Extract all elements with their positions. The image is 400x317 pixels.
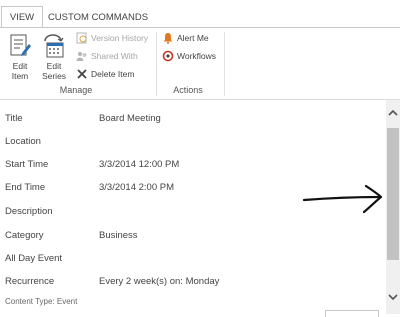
field-label: Location <box>5 136 41 147</box>
field-label: All Day Event <box>5 253 63 264</box>
field-value: Board Meeting <box>99 113 161 124</box>
field-value: Business <box>99 230 138 241</box>
field-label: Category <box>5 230 44 241</box>
field-label: End Time <box>5 182 46 193</box>
field-label: Recurrence <box>5 276 55 287</box>
manage-group-label: Manage <box>59 85 93 95</box>
arrow-annotation-icon <box>302 184 383 214</box>
scroll-up-arrow-icon[interactable] <box>386 106 400 120</box>
edit-series-label-1: Edit <box>46 61 62 71</box>
alert-me-label: Alert Me <box>177 33 209 43</box>
vertical-scrollbar[interactable] <box>386 100 400 314</box>
content-type-text: Content Type: Event <box>5 297 78 306</box>
delete-x-icon <box>77 69 87 79</box>
workflows-label: Workflows <box>177 51 217 61</box>
edit-series-label-2: Series <box>41 71 67 81</box>
version-history-label: Version History <box>91 33 149 43</box>
group-separator <box>156 32 157 96</box>
actions-group-label: Actions <box>173 85 203 95</box>
bell-icon <box>163 33 173 44</box>
delete-item-label: Delete Item <box>91 69 135 79</box>
group-separator-end <box>224 32 225 96</box>
scroll-down-arrow-icon[interactable] <box>386 290 400 304</box>
field-value: Every 2 week(s) on: Monday <box>99 276 220 287</box>
tab-view[interactable]: VIEW <box>1 6 43 28</box>
ribbon-tabs: VIEW CUSTOM COMMANDS <box>0 0 400 28</box>
field-label: Title <box>5 113 23 124</box>
ribbon-bottom-border <box>0 99 400 100</box>
edit-item-button[interactable]: Edit Item <box>5 33 35 81</box>
edit-series-icon <box>44 34 64 58</box>
workflow-icon <box>162 50 174 62</box>
ribbon: VIEW CUSTOM COMMANDS Edit Item Edit Seri… <box>0 0 400 100</box>
scrollbar-thumb[interactable] <box>387 128 399 260</box>
field-value: 3/3/2014 12:00 PM <box>99 159 180 170</box>
edit-item-icon <box>10 34 31 56</box>
shared-with-icon <box>76 52 87 61</box>
field-label: Start Time <box>5 159 49 170</box>
field-label: Description <box>5 206 53 217</box>
edit-item-label-1: Edit <box>12 61 28 71</box>
version-history-icon <box>76 32 87 44</box>
shared-with-label: Shared With <box>91 51 138 61</box>
tab-divider <box>0 27 400 28</box>
edit-series-button[interactable]: Edit Series <box>38 33 70 81</box>
edit-item-label-2: Item <box>11 71 29 81</box>
tab-custom-commands[interactable]: CUSTOM COMMANDS <box>46 7 150 28</box>
field-value: 3/3/2014 2:00 PM <box>99 182 174 193</box>
